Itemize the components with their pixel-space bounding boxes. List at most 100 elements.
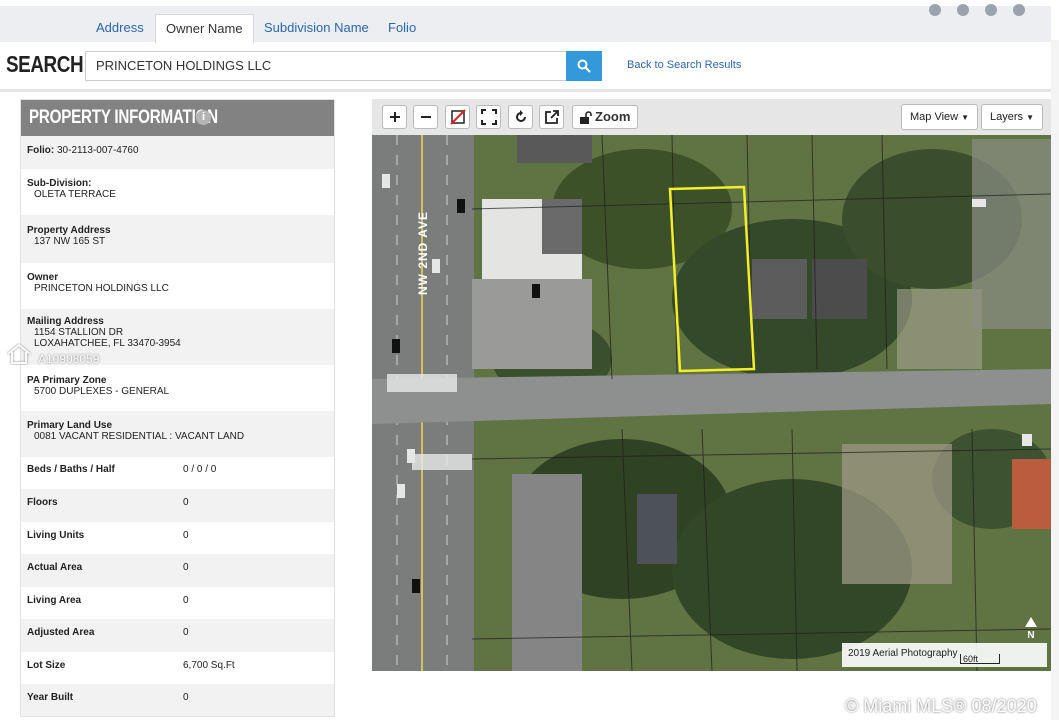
zoom-out-button[interactable]: [413, 105, 438, 129]
plus-icon: [389, 112, 400, 122]
row-beds-baths: Beds / Baths / Half 0 / 0 / 0: [21, 457, 334, 489]
scrollbar[interactable]: [1051, 40, 1059, 720]
adjusted-area-value: 0: [183, 627, 189, 638]
layers-dropdown[interactable]: Layers ▼: [981, 104, 1044, 130]
refresh-icon: [515, 110, 526, 122]
tab-owner-name[interactable]: Owner Name: [155, 14, 254, 43]
tab-folio[interactable]: Folio: [378, 14, 426, 42]
floors-label: Floors: [27, 497, 58, 508]
floors-value: 0: [183, 497, 189, 508]
row-owner: Owner PRINCETON HOLDINGS LLC: [21, 263, 334, 309]
property-address-label: Property Address: [27, 225, 111, 236]
living-area-value: 0: [183, 595, 189, 606]
control-dot-icon[interactable]: [957, 4, 969, 16]
row-property-address: Property Address 137 NW 165 ST: [21, 215, 334, 263]
map-view-dropdown[interactable]: Map View ▼: [901, 104, 979, 130]
caret-down-icon: ▼: [961, 113, 970, 122]
search-icon: [577, 59, 591, 73]
control-dot-icon[interactable]: [1013, 4, 1025, 16]
zoom-in-button[interactable]: [382, 105, 407, 129]
export-button[interactable]: [539, 105, 564, 129]
search-tabs: Address Owner Name Subdivision Name Foli…: [0, 4, 1051, 43]
page: Address Owner Name Subdivision Name Foli…: [0, 0, 1059, 720]
mailing-address-line2: LOXAHATCHEE, FL 33470-3954: [34, 338, 181, 349]
folio-value: 30-2113-007-4760: [57, 145, 139, 156]
clear-selection-icon: [449, 109, 466, 125]
actual-area-value: 0: [183, 562, 189, 573]
scale-label: 60ft: [960, 654, 1000, 664]
property-info-title: PROPERTY INFORMATION: [29, 107, 218, 128]
row-primary-zone: PA Primary Zone 5700 DUPLEXES - GENERAL: [21, 365, 334, 411]
year-built-value: 0: [183, 692, 189, 703]
beds-baths-label: Beds / Baths / Half: [27, 464, 115, 475]
unlock-icon: [580, 111, 592, 124]
map-scale-bar: 2019 Aerial Photography 60ft: [842, 643, 1047, 667]
external-link-icon: [544, 110, 559, 124]
caret-down-icon: ▼: [1026, 113, 1035, 122]
north-arrow-icon: [1025, 617, 1037, 627]
north-label: N: [1027, 630, 1035, 641]
living-area-label: Living Area: [27, 595, 82, 606]
search-input[interactable]: PRINCETON HOLDINGS LLC: [85, 51, 567, 81]
land-use-label: Primary Land Use: [27, 420, 113, 431]
actual-area-label: Actual Area: [27, 562, 83, 573]
fullscreen-icon: [480, 109, 497, 125]
back-to-results-link[interactable]: Back to Search Results: [627, 59, 741, 71]
year-built-label: Year Built: [27, 692, 74, 703]
listing-id-watermark: A10908059: [38, 352, 100, 366]
owner-label: Owner: [27, 272, 59, 283]
row-primary-land-use: Primary Land Use 0081 VACANT RESIDENTIAL…: [21, 411, 334, 457]
adjusted-area-label: Adjusted Area: [27, 627, 95, 638]
row-living-area: Living Area 0: [21, 587, 334, 619]
north-arrow: N: [1025, 617, 1037, 641]
copyright-watermark: © Miami MLS® 08/2020: [845, 696, 1037, 716]
row-folio: Folio: 30-2113-007-4760: [21, 136, 334, 169]
living-units-label: Living Units: [27, 530, 85, 541]
row-lot-size: Lot Size 6,700 Sq.Ft: [21, 652, 334, 684]
zoom-button[interactable]: Zoom: [572, 105, 638, 129]
window-controls: [929, 4, 1025, 16]
primary-zone-value: 5700 DUPLEXES - GENERAL: [34, 386, 170, 397]
lot-size-label: Lot Size: [27, 660, 66, 671]
aerial-imagery: [372, 99, 1051, 671]
property-address-value: 137 NW 165 ST: [34, 236, 106, 247]
owner-value: PRINCETON HOLDINGS LLC: [34, 283, 169, 294]
property-info-panel: PROPERTY INFORMATION i Folio: 30-2113-00…: [20, 99, 335, 717]
living-units-value: 0: [183, 530, 189, 541]
clear-selection-button[interactable]: [445, 105, 470, 129]
info-icon[interactable]: i: [196, 110, 211, 125]
minus-icon: [420, 116, 431, 118]
subdivision-value: OLETA TERRACE: [34, 189, 116, 200]
mailing-address-label: Mailing Address: [27, 316, 104, 327]
tab-subdivision-name[interactable]: Subdivision Name: [254, 14, 379, 42]
mailing-address-line1: 1154 STALLION DR: [34, 327, 124, 338]
refresh-button[interactable]: [508, 105, 533, 129]
row-floors: Floors 0: [21, 489, 334, 522]
row-subdivision: Sub-Division: OLETA TERRACE: [21, 169, 334, 215]
land-use-value: 0081 VACANT RESIDENTIAL : VACANT LAND: [34, 431, 245, 442]
primary-zone-label: PA Primary Zone: [27, 375, 107, 386]
house-watermark-icon: [7, 343, 31, 364]
search-button[interactable]: [566, 51, 602, 81]
tab-address[interactable]: Address: [86, 14, 154, 42]
control-dot-icon[interactable]: [929, 4, 941, 16]
subdivision-label: Sub-Division:: [27, 178, 92, 189]
beds-baths-value: 0 / 0 / 0: [183, 464, 217, 475]
search-label: SEARCH:: [6, 51, 90, 77]
control-dot-icon[interactable]: [985, 4, 997, 16]
full-extent-button[interactable]: [476, 105, 501, 129]
lot-size-value: 6,700 Sq.Ft: [183, 660, 235, 671]
imagery-source: 2019 Aerial Photography: [848, 648, 958, 659]
property-info-header: PROPERTY INFORMATION i: [21, 100, 334, 136]
row-living-units: Living Units 0: [21, 522, 334, 554]
row-actual-area: Actual Area 0: [21, 554, 334, 587]
street-label: NW 2ND AVE: [416, 210, 430, 295]
row-year-built: Year Built 0: [21, 684, 334, 716]
folio-label: Folio:: [27, 145, 55, 156]
zoom-label: Zoom: [595, 109, 631, 124]
layers-label: Layers: [990, 111, 1024, 123]
row-adjusted-area: Adjusted Area 0: [21, 619, 334, 652]
map-view-label: Map View: [910, 111, 959, 123]
aerial-map[interactable]: Zoom Map View ▼ Layers ▼ NW 2ND AVE N 20…: [372, 99, 1051, 671]
divider: [0, 89, 1051, 92]
